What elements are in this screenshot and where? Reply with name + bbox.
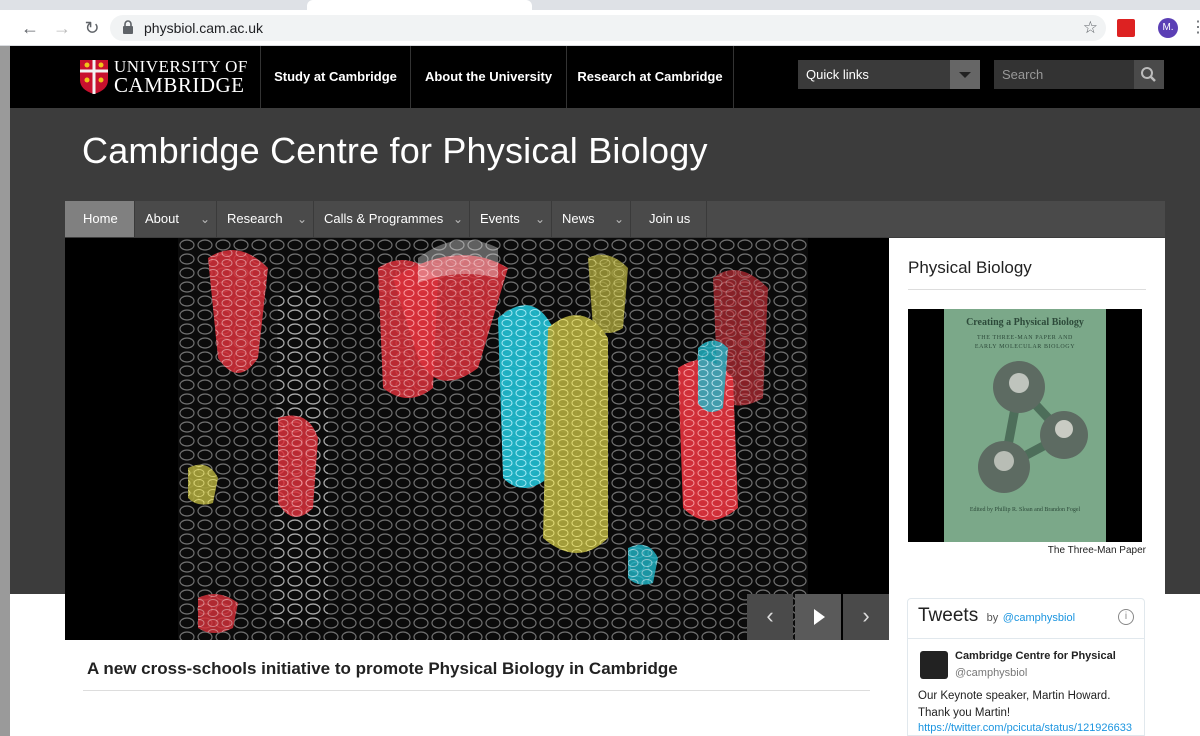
book-cover: Creating a Physical Biology THE THREE-MA… bbox=[944, 309, 1106, 542]
chevron-down-icon: ⌄ bbox=[199, 212, 210, 226]
quick-links-label: Quick links bbox=[806, 67, 869, 82]
page-title: Cambridge Centre for Physical Biology bbox=[82, 130, 708, 171]
divider bbox=[908, 289, 1146, 290]
tweet-author-name[interactable]: Cambridge Centre for Physical bbox=[955, 650, 1116, 662]
browser-tab[interactable] bbox=[0, 0, 305, 10]
chevron-down-icon: ⌄ bbox=[534, 212, 545, 226]
twitter-widget: Tweets by @camphysbiol i Cambridge Centr… bbox=[907, 598, 1145, 736]
chevron-down-icon: ⌄ bbox=[613, 212, 624, 226]
tweet-link[interactable]: https://twitter.com/pcicuta/status/12192… bbox=[918, 722, 1132, 734]
divider bbox=[83, 690, 870, 691]
tweet-text: Our Keynote speaker, Martin Howard. Than… bbox=[918, 690, 1111, 719]
carousel-prev-icon[interactable]: ‹ bbox=[747, 594, 793, 640]
tweets-handle-link[interactable]: @camphysbiol bbox=[1003, 612, 1075, 624]
extension-icon[interactable] bbox=[1117, 19, 1135, 37]
tweet-author-handle[interactable]: @camphysbiol bbox=[955, 667, 1027, 679]
avatar[interactable] bbox=[920, 651, 948, 679]
nav-research[interactable]: Research at Cambridge bbox=[566, 46, 734, 108]
tweets-header: Tweets by @camphysbiol bbox=[918, 605, 1075, 627]
tab-strip bbox=[0, 0, 1200, 10]
browser-tab-active[interactable] bbox=[307, 0, 532, 10]
lock-icon bbox=[123, 20, 133, 34]
site-header: UNIVERSITY OF CAMBRIDGE Study at Cambrid… bbox=[10, 46, 1200, 108]
carousel-caption[interactable]: A new cross-schools initiative to promot… bbox=[87, 659, 678, 679]
section-nav: Home About ⌄ Research ⌄ Calls & Programm… bbox=[65, 201, 1165, 237]
subnav-home[interactable]: Home bbox=[65, 201, 135, 237]
subnav-events[interactable]: Events ⌄ bbox=[470, 201, 552, 237]
address-bar[interactable]: physbiol.cam.ac.uk ☆ bbox=[110, 15, 1106, 41]
reload-icon[interactable]: ↻ bbox=[80, 16, 104, 40]
subnav-calls-programmes[interactable]: Calls & Programmes ⌄ bbox=[314, 201, 470, 237]
chevron-down-icon: ⌄ bbox=[452, 212, 463, 226]
quick-links-dropdown[interactable]: Quick links bbox=[798, 60, 980, 89]
browser-toolbar: ← → ↻ physbiol.cam.ac.uk ☆ M. ⋮ bbox=[0, 10, 1200, 46]
url-text: physbiol.cam.ac.uk bbox=[144, 20, 264, 36]
bookmark-star-icon[interactable]: ☆ bbox=[1083, 15, 1098, 41]
profile-avatar[interactable]: M. bbox=[1158, 18, 1178, 38]
browser-menu-icon[interactable]: ⋮ bbox=[1190, 18, 1200, 38]
image-carousel[interactable]: ‹ › bbox=[65, 238, 889, 640]
book-image[interactable]: Creating a Physical Biology THE THREE-MA… bbox=[908, 309, 1142, 542]
book-subtitle-1: THE THREE-MAN PAPER AND bbox=[977, 335, 1073, 341]
logo-line-2: CAMBRIDGE bbox=[114, 73, 245, 97]
cambridge-crest-icon[interactable] bbox=[80, 60, 108, 94]
book-subtitle-2: EARLY MOLECULAR BIOLOGY bbox=[974, 344, 1076, 350]
search-placeholder: Search bbox=[1002, 67, 1044, 82]
book-portraits-image bbox=[978, 361, 1088, 493]
dropdown-arrow-icon[interactable] bbox=[950, 60, 980, 89]
microscopy-hero-image bbox=[178, 238, 808, 640]
subnav-join-us[interactable]: Join us bbox=[631, 201, 707, 237]
nav-study[interactable]: Study at Cambridge bbox=[260, 46, 410, 108]
book-caption: The Three-Man Paper bbox=[1047, 545, 1146, 556]
sidebar-title: Physical Biology bbox=[908, 258, 1032, 277]
subnav-research[interactable]: Research ⌄ bbox=[217, 201, 314, 237]
divider bbox=[908, 638, 1144, 639]
search-input[interactable]: Search bbox=[994, 60, 1164, 89]
university-logo-text[interactable]: UNIVERSITY OF CAMBRIDGE bbox=[114, 58, 248, 97]
subnav-news[interactable]: News ⌄ bbox=[552, 201, 631, 237]
chevron-down-icon: ⌄ bbox=[296, 212, 307, 226]
subnav-about[interactable]: About ⌄ bbox=[135, 201, 217, 237]
carousel-next-icon[interactable]: › bbox=[843, 594, 889, 640]
back-icon[interactable]: ← bbox=[18, 16, 42, 40]
forward-icon[interactable]: → bbox=[50, 16, 74, 40]
carousel-play-icon[interactable] bbox=[795, 594, 841, 640]
tweets-by: by bbox=[986, 612, 999, 624]
book-editors: Edited by Phillip R. Sloan and Brandon F… bbox=[969, 507, 1081, 513]
tweets-title: Tweets bbox=[918, 605, 979, 626]
carousel-controls: ‹ › bbox=[747, 594, 889, 640]
search-icon[interactable] bbox=[1134, 60, 1164, 89]
sidebar: Physical Biology Creating a Physical Bio… bbox=[889, 238, 1165, 594]
info-icon[interactable]: i bbox=[1118, 609, 1134, 625]
window-edge bbox=[0, 46, 10, 736]
book-title: Creating a Physical Biology bbox=[966, 317, 1084, 328]
nav-about-university[interactable]: About the University bbox=[410, 46, 566, 108]
